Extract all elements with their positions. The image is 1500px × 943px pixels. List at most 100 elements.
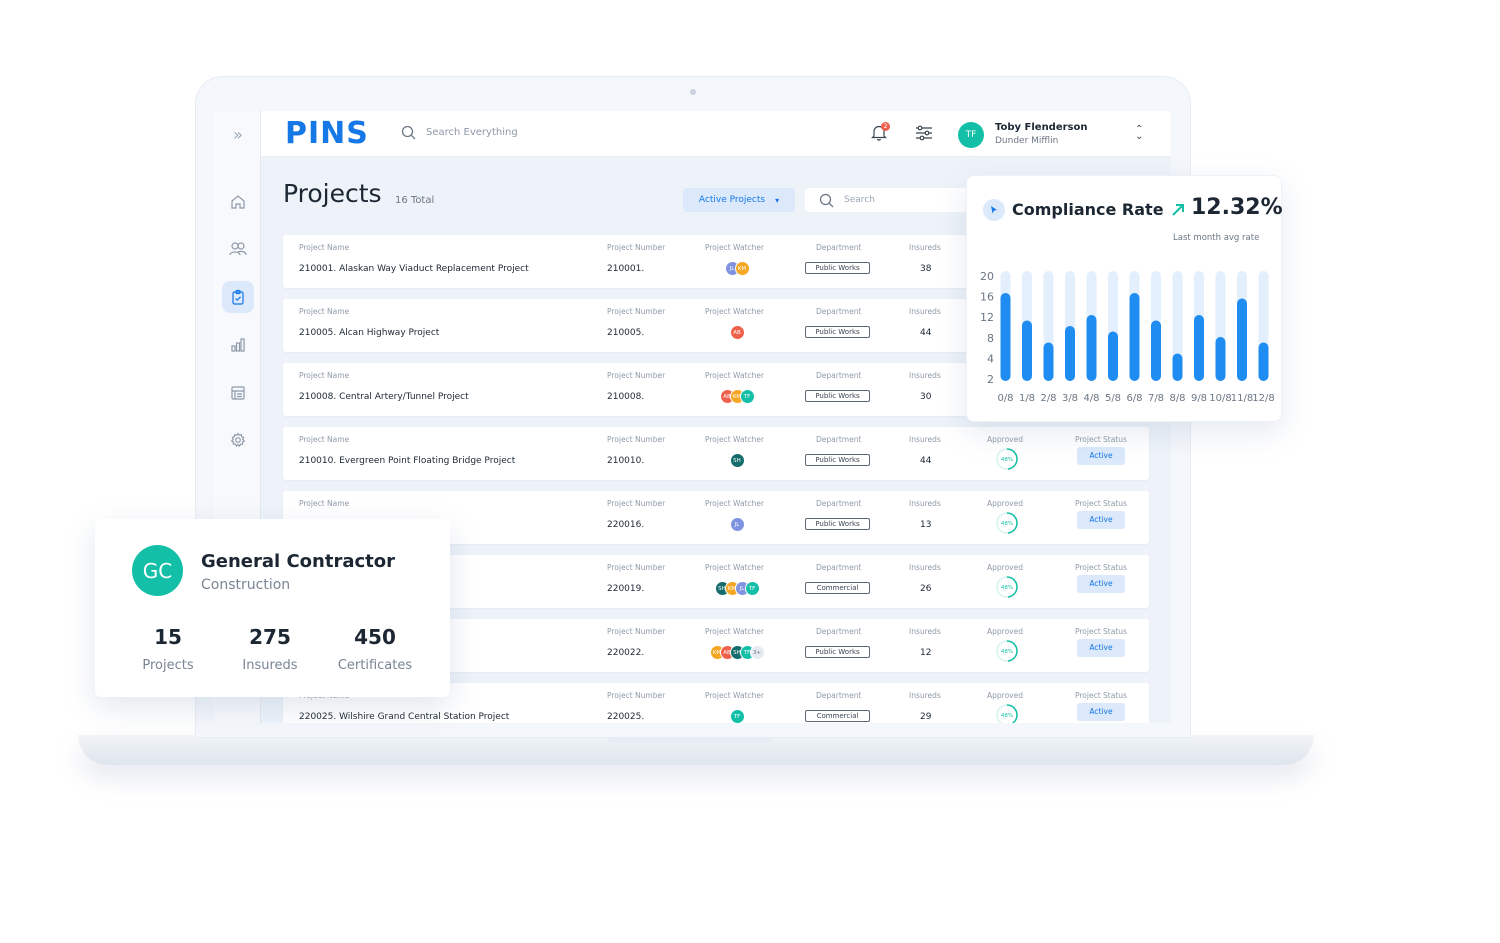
x-tick-label: 11/8 bbox=[1231, 393, 1253, 404]
department-label: Department bbox=[816, 691, 862, 700]
account-switcher-chevron-icon[interactable]: ⌃ ⌄ bbox=[1135, 125, 1143, 142]
watcher-avatar[interactable]: SH bbox=[729, 453, 745, 468]
x-tick-label: 6/8 bbox=[1126, 393, 1142, 404]
insureds-label: Insureds bbox=[909, 627, 941, 636]
settings-gear-icon[interactable] bbox=[222, 424, 254, 456]
notification-badge: 2 bbox=[881, 122, 890, 131]
active-projects-label: Active Projects bbox=[698, 195, 766, 205]
approved-progress-ring: 48% bbox=[996, 448, 1018, 470]
compliance-bar[interactable] bbox=[1237, 298, 1247, 382]
project-name[interactable]: 220025. Wilshire Grand Central Station P… bbox=[299, 712, 599, 722]
project-watchers[interactable]: SH bbox=[729, 453, 745, 468]
watcher-avatar[interactable]: TF bbox=[729, 709, 745, 723]
project-number: 220019. bbox=[607, 584, 645, 594]
compliance-bar[interactable] bbox=[1151, 320, 1161, 382]
watcher-avatar[interactable]: KM bbox=[734, 261, 750, 276]
project-name[interactable]: 210005. Alcan Highway Project bbox=[299, 328, 599, 338]
users-icon[interactable] bbox=[222, 233, 254, 265]
status-badge: Active bbox=[1077, 575, 1125, 593]
project-name[interactable]: 210010. Evergreen Point Floating Bridge … bbox=[299, 456, 599, 466]
project-number-label: Project Number bbox=[607, 563, 666, 572]
stat-projects-label: Projects bbox=[142, 658, 194, 673]
project-watchers[interactable]: AB KM TF bbox=[719, 389, 755, 404]
contractor-avatar: GC bbox=[132, 545, 183, 596]
active-projects-dropdown[interactable]: Active Projects ▾ bbox=[683, 188, 795, 212]
project-watchers[interactable]: AB bbox=[729, 325, 745, 340]
x-tick-label: 5/8 bbox=[1105, 393, 1121, 404]
analytics-icon[interactable] bbox=[222, 329, 254, 361]
filters-sliders-icon[interactable] bbox=[915, 125, 933, 145]
compliance-bar[interactable] bbox=[1000, 293, 1011, 381]
compliance-bar[interactable] bbox=[1215, 337, 1226, 381]
global-search[interactable]: Search Everything bbox=[401, 125, 518, 140]
compliance-bar[interactable] bbox=[1022, 320, 1032, 382]
project-number-label: Project Number bbox=[607, 435, 666, 444]
project-watchers[interactable]: SH KM JL TF bbox=[714, 581, 760, 596]
project-number: 210010. bbox=[607, 456, 645, 466]
department-label: Department bbox=[816, 563, 862, 572]
project-watcher-label: Project Watcher bbox=[705, 627, 765, 636]
y-tick-label: 20 bbox=[980, 270, 994, 283]
status-badge: Active bbox=[1077, 511, 1125, 529]
project-number: 220022. bbox=[607, 648, 645, 658]
expand-sidebar-icon[interactable]: » bbox=[228, 125, 248, 145]
project-number: 220025. bbox=[607, 712, 645, 722]
compliance-bar[interactable] bbox=[1065, 326, 1075, 381]
y-tick-label: 12 bbox=[980, 311, 994, 324]
y-tick-label: 2 bbox=[987, 373, 994, 386]
department-tag: Public Works bbox=[805, 454, 870, 466]
insureds-label: Insureds bbox=[909, 243, 941, 252]
approved-label: Approved bbox=[987, 563, 1023, 572]
user-name[interactable]: Toby Flenderson bbox=[995, 122, 1088, 133]
project-number-label: Project Number bbox=[607, 691, 666, 700]
compliance-bar[interactable] bbox=[1108, 331, 1118, 382]
approved-percent: 48% bbox=[1001, 521, 1013, 527]
compliance-bar[interactable] bbox=[1172, 353, 1183, 382]
project-watcher-label: Project Watcher bbox=[705, 243, 765, 252]
watcher-avatar[interactable]: TF bbox=[739, 389, 755, 404]
insureds-label: Insureds bbox=[909, 371, 941, 380]
compliance-bar[interactable] bbox=[1129, 293, 1140, 381]
compliance-bar[interactable] bbox=[1086, 315, 1097, 381]
project-name[interactable]: 210001. Alaskan Way Viaduct Replacement … bbox=[299, 264, 599, 274]
x-tick-label: 1/8 bbox=[1019, 393, 1035, 404]
watcher-avatar[interactable]: AB bbox=[729, 325, 745, 340]
x-tick-label: 3/8 bbox=[1062, 393, 1078, 404]
project-watchers[interactable]: KM AB SH TF 3+ bbox=[709, 645, 765, 660]
department-label: Department bbox=[816, 307, 862, 316]
watcher-avatar[interactable]: JL bbox=[729, 517, 745, 532]
x-tick-label: 7/8 bbox=[1148, 393, 1164, 404]
project-watchers[interactable]: JL bbox=[729, 517, 745, 532]
contractor-card: GC General Contractor Construction 15 Pr… bbox=[95, 519, 450, 697]
compliance-bar[interactable] bbox=[1043, 342, 1054, 382]
page-title: Projects bbox=[283, 179, 382, 208]
x-tick-label: 12/8 bbox=[1252, 393, 1274, 404]
compliance-bar[interactable] bbox=[1258, 342, 1269, 382]
project-number-label: Project Number bbox=[607, 627, 666, 636]
project-number: 210008. bbox=[607, 392, 645, 402]
y-tick-label: 16 bbox=[980, 291, 994, 304]
projects-search-placeholder: Search bbox=[844, 195, 875, 205]
user-avatar[interactable]: TF bbox=[958, 122, 984, 148]
project-watchers[interactable]: TF bbox=[729, 709, 745, 723]
watcher-avatar[interactable]: TF bbox=[744, 581, 760, 596]
project-name-label: Project Name bbox=[299, 371, 350, 380]
compliance-bar[interactable] bbox=[1194, 315, 1204, 381]
documents-icon[interactable] bbox=[222, 377, 254, 409]
global-search-placeholder[interactable]: Search Everything bbox=[426, 127, 518, 138]
project-watchers[interactable]: JL KM bbox=[724, 261, 750, 276]
approved-percent: 48% bbox=[1001, 649, 1013, 655]
notifications-bell-icon[interactable]: 2 bbox=[871, 122, 890, 145]
table-row[interactable]: Project Name 210010. Evergreen Point Floa… bbox=[283, 427, 1149, 480]
projects-clipboard-icon[interactable] bbox=[222, 281, 254, 313]
projects-search-input[interactable]: Search bbox=[805, 188, 975, 212]
pins-logo[interactable]: PINS bbox=[285, 116, 369, 151]
insureds-label: Insureds bbox=[909, 499, 941, 508]
home-icon[interactable] bbox=[222, 186, 254, 218]
top-bar: PINS Search Everything 2 TF Toby Flender… bbox=[261, 111, 1171, 157]
x-tick-label: 9/8 bbox=[1191, 393, 1207, 404]
watcher-avatar[interactable]: 3+ bbox=[749, 645, 765, 660]
project-name-label: Project Name bbox=[299, 435, 350, 444]
department-label: Department bbox=[816, 371, 862, 380]
project-name[interactable]: 210008. Central Artery/Tunnel Project bbox=[299, 392, 599, 402]
